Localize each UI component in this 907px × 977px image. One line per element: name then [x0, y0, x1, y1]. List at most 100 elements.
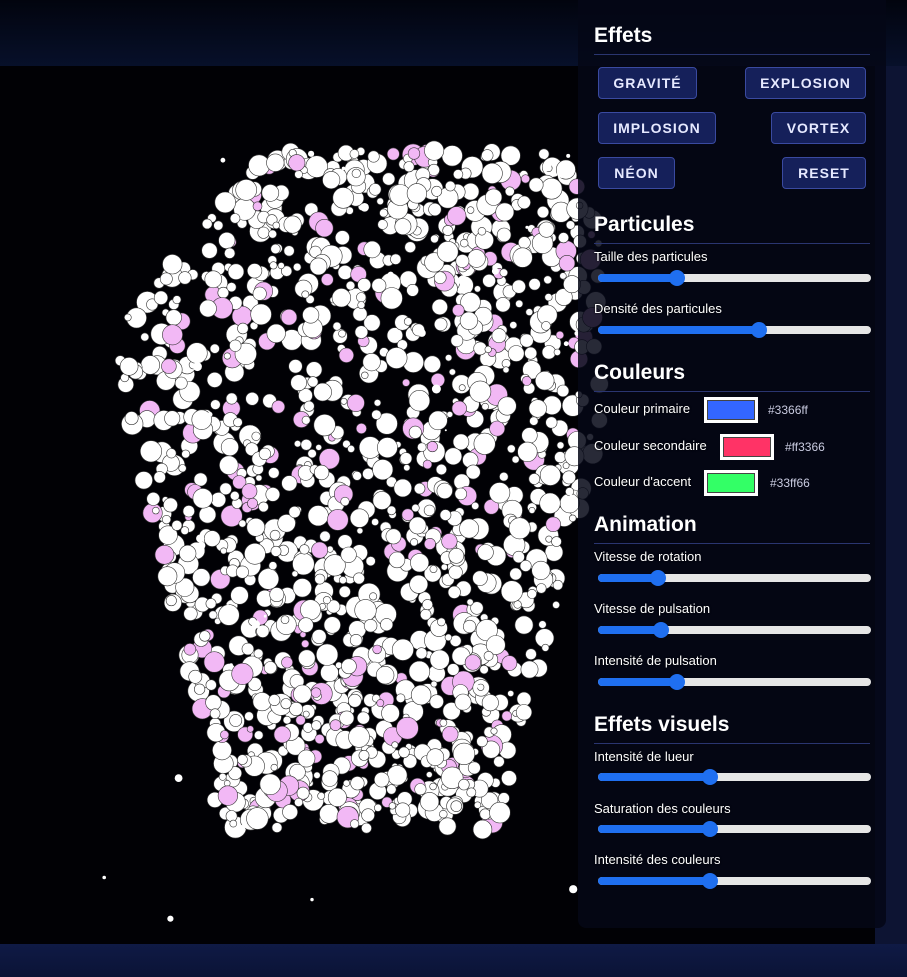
particle	[292, 578, 312, 598]
particle	[172, 295, 182, 305]
particle	[459, 311, 479, 330]
glow-intensity-slider[interactable]	[598, 769, 871, 785]
particle	[182, 505, 195, 518]
implosion-button[interactable]: IMPLOSION	[598, 112, 716, 144]
secondary-color-picker[interactable]	[720, 434, 774, 460]
particle	[482, 274, 496, 288]
particle	[302, 306, 320, 324]
slider-thumb[interactable]	[701, 821, 718, 837]
particle	[316, 643, 339, 666]
particle	[250, 303, 272, 326]
particle	[495, 202, 515, 222]
particle	[347, 693, 362, 708]
particle	[178, 464, 187, 473]
slider-thumb[interactable]	[669, 674, 686, 690]
particle	[301, 415, 311, 425]
gravity-button[interactable]: GRAVITÉ	[598, 67, 697, 99]
particle	[290, 374, 308, 392]
particle	[257, 568, 280, 590]
particle	[448, 368, 456, 376]
particle	[247, 497, 258, 509]
color-intensity-slider[interactable]	[598, 873, 871, 889]
particle	[439, 809, 448, 819]
particle	[448, 565, 463, 580]
particle	[246, 807, 269, 830]
pulse-intensity-slider[interactable]	[598, 674, 871, 690]
particle	[205, 598, 217, 609]
particle	[212, 740, 232, 761]
particle	[557, 168, 567, 179]
particle	[404, 241, 417, 253]
neon-button[interactable]: NÉON	[598, 157, 675, 189]
particle	[270, 545, 282, 557]
particle	[281, 475, 298, 492]
particle	[347, 444, 355, 453]
particle	[161, 515, 172, 525]
particle	[521, 375, 532, 386]
particle	[270, 243, 281, 254]
particle	[332, 321, 342, 331]
particle	[272, 221, 280, 230]
particle	[192, 362, 202, 372]
particle	[229, 819, 238, 828]
pulse-speed-slider[interactable]	[598, 622, 871, 638]
particle	[373, 399, 382, 407]
particle	[266, 323, 286, 344]
particle	[501, 655, 518, 671]
particle	[300, 438, 313, 451]
particle	[444, 447, 463, 466]
reset-button[interactable]: RESET	[782, 157, 866, 189]
particle	[201, 242, 218, 259]
particle	[472, 570, 488, 586]
particle	[430, 234, 439, 244]
particle	[543, 156, 546, 160]
particle	[252, 286, 267, 301]
particle-size-slider[interactable]	[598, 270, 871, 286]
particle	[512, 247, 533, 268]
slider-thumb[interactable]	[652, 622, 669, 638]
particle	[259, 773, 281, 795]
color-saturation-slider[interactable]	[598, 821, 871, 837]
particle	[311, 720, 322, 731]
particle	[430, 680, 438, 688]
particle	[340, 397, 348, 405]
slider-thumb[interactable]	[669, 270, 686, 286]
particle	[301, 639, 310, 648]
particle	[340, 496, 350, 507]
particle	[140, 440, 163, 463]
primary-color-picker[interactable]	[704, 397, 758, 423]
accent-color-picker[interactable]	[704, 470, 758, 496]
particle	[506, 444, 516, 454]
particle	[326, 509, 349, 531]
particle	[403, 464, 411, 472]
slider-thumb[interactable]	[650, 570, 667, 586]
particle	[385, 528, 402, 545]
particle	[519, 559, 532, 572]
particle	[540, 383, 545, 388]
particle	[363, 240, 381, 259]
particle	[372, 459, 394, 481]
particle	[402, 378, 411, 387]
particle	[541, 643, 550, 652]
slider-thumb[interactable]	[701, 873, 718, 889]
particle	[502, 366, 510, 374]
particle	[442, 225, 454, 236]
particle	[231, 662, 254, 685]
rotation-speed-slider[interactable]	[598, 570, 871, 586]
particle	[429, 694, 444, 709]
particle	[476, 735, 488, 748]
vortex-button[interactable]: VORTEX	[771, 112, 866, 144]
particle	[332, 187, 354, 209]
particle	[452, 742, 476, 766]
particle	[435, 463, 448, 476]
slider-thumb[interactable]	[701, 769, 718, 785]
particle	[220, 157, 226, 163]
particle	[417, 442, 427, 452]
particle	[248, 154, 271, 177]
explosion-button[interactable]: EXPLOSION	[745, 67, 866, 99]
particle	[230, 490, 240, 501]
slider-thumb[interactable]	[751, 322, 768, 338]
particle-density-slider[interactable]	[598, 322, 871, 338]
secondary-color-swatch	[723, 437, 771, 457]
particle	[224, 247, 236, 259]
